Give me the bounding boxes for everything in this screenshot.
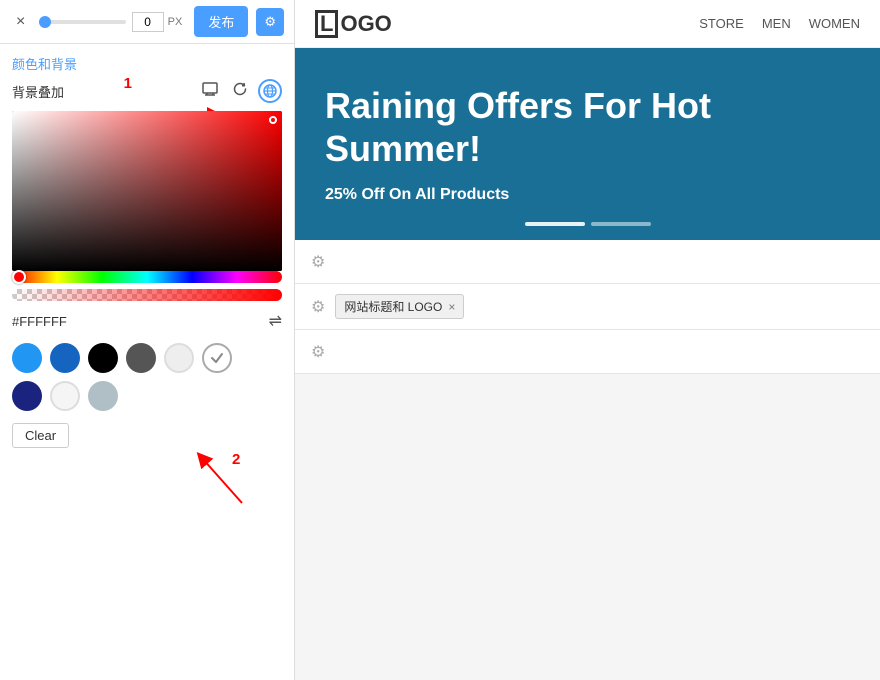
component-row-1: ⚙	[295, 240, 880, 284]
annotation-1: 1	[124, 75, 132, 92]
nav-links: STORE MEN WOMEN	[699, 16, 860, 31]
right-panel: L OGO STORE MEN WOMEN Raining Offers For…	[295, 0, 880, 680]
hex-input[interactable]	[12, 314, 132, 329]
refresh-icon	[232, 81, 248, 97]
adjust-icon[interactable]: ⇌	[269, 311, 282, 331]
swatch-off-white[interactable]	[50, 381, 80, 411]
swatch-black[interactable]	[88, 343, 118, 373]
color-cursor	[269, 116, 277, 124]
hero-subtitle: 25% Off On All Products	[325, 186, 850, 204]
monitor-icon	[202, 82, 220, 96]
monitor-icon-button[interactable]	[200, 80, 222, 102]
clear-row: Clear 2	[12, 423, 282, 448]
component-tag-label: 网站标题和 LOGO	[344, 298, 442, 315]
gear-icon-3[interactable]: ⚙	[311, 342, 325, 362]
hero-title: Raining Offers For Hot Summer!	[325, 84, 850, 170]
slider-thumb[interactable]	[39, 16, 51, 28]
close-button[interactable]: ×	[10, 11, 31, 33]
swatches-row-2	[12, 381, 282, 411]
component-row-2: ⚙ 网站标题和 LOGO ×	[295, 284, 880, 330]
color-gradient-picker[interactable]	[12, 111, 282, 271]
gear-icon-1[interactable]: ⚙	[311, 252, 325, 272]
bg-section: 背景叠加 1	[0, 79, 294, 456]
hue-slider[interactable]	[12, 271, 282, 283]
logo-box: L	[315, 10, 338, 38]
hex-row: ⇌	[12, 311, 282, 331]
bg-label: 背景叠加	[12, 82, 64, 101]
arrow-annotation-2	[182, 448, 262, 508]
swatch-light-gray[interactable]	[164, 343, 194, 373]
component-row-3: ⚙	[295, 330, 880, 374]
hero-section: Raining Offers For Hot Summer! 25% Off O…	[295, 48, 880, 240]
nav-men[interactable]: MEN	[762, 16, 791, 31]
transparency-slider[interactable]	[12, 289, 282, 301]
transparency-overlay	[12, 289, 282, 301]
tag-close-button[interactable]: ×	[448, 300, 455, 314]
icon-row: 1	[184, 79, 282, 103]
unit-label: PX	[168, 16, 183, 28]
swatch-navy[interactable]	[12, 381, 42, 411]
hero-indicator	[525, 222, 651, 226]
slider-container: PX	[39, 12, 182, 32]
swatch-gray[interactable]	[126, 343, 156, 373]
indicator-dot-1	[525, 222, 585, 226]
indicator-dot-2	[591, 222, 651, 226]
bg-controls: 背景叠加 1	[12, 79, 282, 103]
checkmark-icon	[210, 351, 224, 365]
hue-thumb	[12, 270, 26, 284]
nav-store[interactable]: STORE	[699, 16, 744, 31]
slider-track	[39, 20, 125, 24]
logo-text: OGO	[340, 11, 391, 37]
refresh-icon-button[interactable]	[230, 79, 250, 103]
component-tag[interactable]: 网站标题和 LOGO ×	[335, 294, 464, 319]
left-panel: × PX 发布 ⚙ 颜色和背景 背景叠加 1	[0, 0, 295, 680]
gear-icon-2[interactable]: ⚙	[311, 297, 325, 317]
globe-icon-button[interactable]	[258, 79, 282, 103]
swatch-blue-gray[interactable]	[88, 381, 118, 411]
nav-women[interactable]: WOMEN	[809, 16, 860, 31]
swatches-row-1	[12, 343, 282, 373]
clear-button[interactable]: Clear	[12, 423, 69, 448]
swatch-blue-light[interactable]	[12, 343, 42, 373]
value-input[interactable]	[132, 12, 164, 32]
top-bar: × PX 发布 ⚙	[0, 0, 294, 44]
settings-button[interactable]: ⚙	[256, 8, 284, 36]
logo: L OGO	[315, 10, 392, 38]
publish-button[interactable]: 发布	[194, 6, 248, 37]
globe-icon	[263, 84, 277, 98]
section-title: 颜色和背景	[0, 44, 294, 79]
website-header: L OGO STORE MEN WOMEN	[295, 0, 880, 48]
swatch-white[interactable]	[202, 343, 232, 373]
swatch-blue-dark[interactable]	[50, 343, 80, 373]
